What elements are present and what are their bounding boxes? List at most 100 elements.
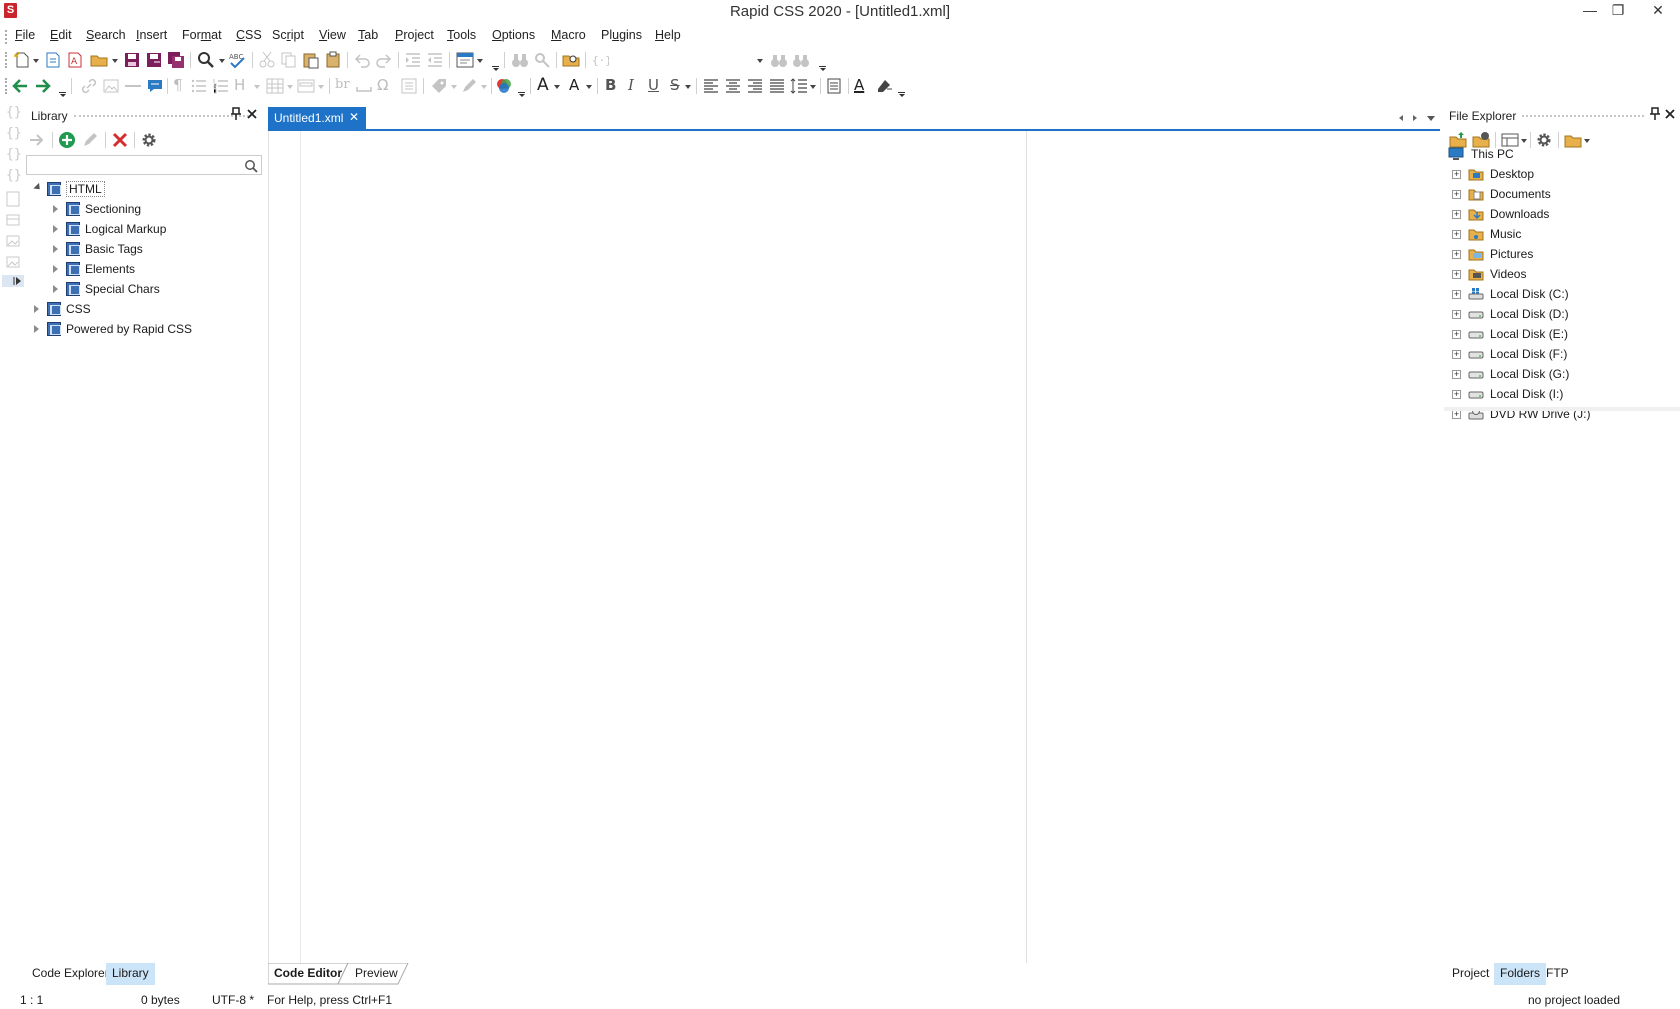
paste-icon[interactable]	[302, 51, 320, 69]
form-icon[interactable]	[297, 77, 315, 95]
tag-icon[interactable]	[430, 77, 448, 95]
font-size-decrease-dropdown-icon[interactable]	[586, 85, 592, 89]
expand-node-icon[interactable]: +	[1452, 310, 1461, 319]
expand-arrow-icon[interactable]	[53, 245, 58, 253]
scroll-tabs-right-icon[interactable]	[1411, 114, 1419, 122]
layout-icon[interactable]	[6, 212, 20, 228]
highlight-color-icon[interactable]	[875, 77, 893, 95]
expand-node-icon[interactable]: +	[1452, 330, 1461, 339]
menu-search[interactable]: Search	[86, 28, 126, 42]
line-break-icon[interactable]: br	[335, 76, 350, 94]
settings-gear-icon[interactable]	[1535, 131, 1553, 149]
pin-icon[interactable]	[1649, 107, 1661, 121]
find-dropdown-icon[interactable]	[219, 59, 225, 63]
menu-css[interactable]: CSS	[236, 28, 262, 42]
expand-node-icon[interactable]: +	[1452, 410, 1461, 419]
restore-button[interactable]: ❐	[1598, 0, 1638, 22]
menu-script[interactable]: Script	[272, 28, 304, 42]
expand-node-icon[interactable]: +	[1452, 190, 1461, 199]
view-mode-dropdown-icon[interactable]	[1521, 139, 1527, 143]
menu-project[interactable]: Project	[395, 28, 434, 42]
div-block-icon[interactable]	[825, 77, 843, 95]
find-replace-icon[interactable]	[533, 51, 551, 69]
bold-icon[interactable]: B	[605, 76, 616, 94]
scroll-tabs-left-icon[interactable]	[1397, 114, 1405, 122]
line-spacing-dropdown-icon[interactable]	[810, 85, 816, 89]
expand-node-icon[interactable]: +	[1452, 390, 1461, 399]
nav-overflow-icon[interactable]	[59, 92, 66, 98]
menu-tools[interactable]: Tools	[447, 28, 476, 42]
search-icon[interactable]	[244, 159, 258, 173]
table-dropdown-icon[interactable]	[287, 85, 293, 89]
favorites-folder-icon[interactable]	[1564, 131, 1582, 149]
close-window-button[interactable]: ✕	[1638, 0, 1678, 22]
menu-help[interactable]: Help	[655, 28, 681, 42]
open-dropdown-icon[interactable]	[112, 59, 118, 63]
toolbar-grip[interactable]	[5, 52, 7, 68]
add-item-icon[interactable]	[58, 131, 76, 149]
copy-icon[interactable]	[280, 51, 298, 69]
spell-check-icon[interactable]: ABC	[228, 51, 246, 69]
close-panel-icon[interactable]	[246, 107, 258, 121]
heading-icon[interactable]: H	[234, 76, 245, 94]
expand-arrow-icon[interactable]	[53, 285, 58, 293]
italic-icon[interactable]: I	[628, 76, 634, 94]
delete-item-icon[interactable]	[111, 131, 129, 149]
tab-code-editor[interactable]: Code Editor	[268, 963, 348, 985]
save-as-icon[interactable]	[145, 51, 163, 69]
font-size-decrease-icon[interactable]: A	[569, 76, 579, 94]
line-number-gutter[interactable]	[269, 131, 301, 963]
paragraph-icon[interactable]: ¶	[173, 76, 183, 94]
menu-insert[interactable]: Insert	[136, 28, 167, 42]
outdent-icon[interactable]	[426, 51, 444, 69]
table-icon[interactable]	[266, 77, 284, 95]
code-unfold-icon[interactable]: {}	[6, 168, 22, 184]
code-block-icon[interactable]: {}	[6, 126, 22, 142]
find-icon[interactable]	[197, 51, 215, 69]
tab-preview[interactable]: Preview	[349, 963, 404, 985]
save-icon[interactable]	[123, 51, 141, 69]
edit-tag-icon[interactable]	[460, 77, 478, 95]
menu-macro[interactable]: Macro	[551, 28, 586, 42]
close-panel-icon[interactable]	[1664, 107, 1676, 121]
save-all-icon[interactable]	[167, 51, 185, 69]
tab-code-explorer[interactable]: Code Explorer	[26, 963, 115, 985]
tag-dropdown-icon[interactable]	[451, 85, 457, 89]
font-color-icon[interactable]: A	[854, 76, 864, 94]
page-icon[interactable]	[6, 191, 20, 207]
heading-dropdown-icon[interactable]	[254, 85, 260, 89]
menu-view[interactable]: View	[319, 28, 346, 42]
nbsp-icon[interactable]	[355, 77, 373, 95]
image-icon[interactable]	[102, 77, 120, 95]
library-search-input[interactable]	[26, 155, 262, 175]
expand-panel-icon[interactable]	[2, 275, 24, 287]
collapse-arrow-icon[interactable]	[33, 182, 43, 193]
menu-file[interactable]: File	[15, 28, 35, 42]
expand-node-icon[interactable]: +	[1452, 210, 1461, 219]
color-overflow-icon[interactable]	[518, 92, 525, 98]
justify-icon[interactable]	[768, 77, 786, 95]
binoculars-next-icon[interactable]	[770, 51, 788, 69]
ordered-list-icon[interactable]	[212, 77, 230, 95]
insert-arrow-icon[interactable]	[28, 131, 46, 149]
font-size-increase-dropdown-icon[interactable]	[554, 85, 560, 89]
code-editor[interactable]	[268, 131, 1440, 963]
binoculars-icon[interactable]	[511, 51, 529, 69]
close-tab-icon[interactable]: ✕	[349, 110, 359, 124]
tab-list-dropdown-icon[interactable]	[1426, 114, 1436, 122]
expand-arrow-icon[interactable]	[34, 325, 39, 333]
menu-options[interactable]: Options	[492, 28, 535, 42]
edit-item-icon[interactable]	[81, 131, 99, 149]
insert-code-icon[interactable]: {·}	[591, 51, 609, 69]
expand-arrow-icon[interactable]	[53, 205, 58, 213]
encoding-indicator[interactable]: UTF-8 *	[212, 993, 254, 1007]
align-right-icon[interactable]	[746, 77, 764, 95]
menu-tab[interactable]: Tab	[358, 28, 378, 42]
toolbar1b-overflow-icon[interactable]	[819, 66, 826, 72]
new-file-dropdown-icon[interactable]	[33, 59, 39, 63]
horizontal-rule-icon[interactable]	[124, 77, 142, 95]
undo-icon[interactable]	[353, 51, 371, 69]
expand-arrow-icon[interactable]	[53, 265, 58, 273]
expand-arrow-icon[interactable]	[34, 305, 39, 313]
expand-node-icon[interactable]: +	[1452, 230, 1461, 239]
